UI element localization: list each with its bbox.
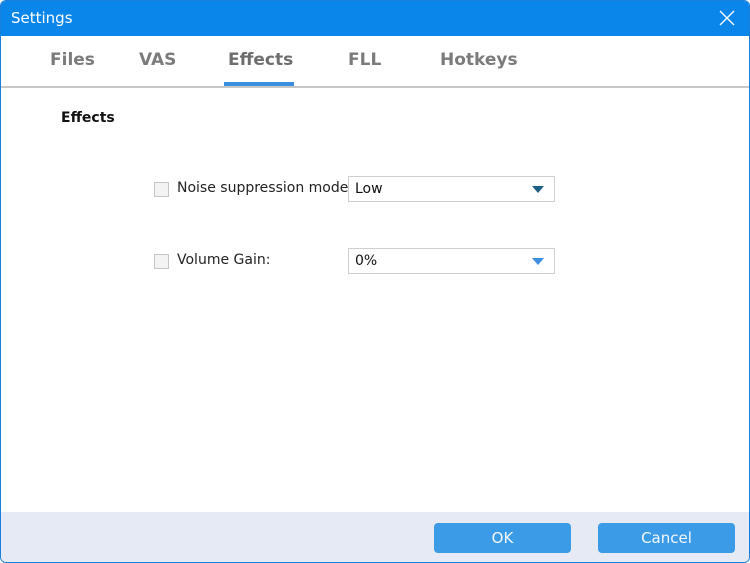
tab-vas[interactable]: VAS: [139, 50, 176, 70]
footer: OK Cancel: [1, 512, 749, 562]
ok-button[interactable]: OK: [434, 523, 571, 553]
volume-gain-label: Volume Gain:: [177, 252, 271, 268]
title-bar: Settings: [1, 1, 749, 36]
volume-gain-select[interactable]: 0%: [348, 248, 555, 274]
volume-gain-checkbox[interactable]: [154, 254, 169, 269]
section-title: Effects: [61, 110, 115, 126]
close-icon[interactable]: [719, 10, 735, 26]
tab-hotkeys[interactable]: Hotkeys: [440, 50, 518, 70]
noise-suppression-checkbox[interactable]: [154, 182, 169, 197]
noise-suppression-value: Low: [355, 181, 383, 197]
tab-files[interactable]: Files: [50, 50, 95, 70]
volume-gain-value: 0%: [355, 253, 378, 269]
tab-bar: Files VAS Effects FLL Hotkeys: [1, 36, 749, 88]
tab-fll[interactable]: FLL: [348, 50, 381, 70]
cancel-button[interactable]: Cancel: [598, 523, 735, 553]
noise-suppression-select[interactable]: Low: [348, 176, 555, 202]
settings-dialog: Settings Files VAS Effects FLL Hotkeys E…: [0, 0, 750, 563]
chevron-down-icon: [532, 258, 544, 265]
chevron-down-icon: [532, 186, 544, 193]
noise-suppression-label: Noise suppression mode: [177, 180, 349, 196]
window-title: Settings: [11, 9, 73, 27]
active-tab-indicator: [224, 82, 294, 86]
tab-effects[interactable]: Effects: [228, 50, 293, 70]
